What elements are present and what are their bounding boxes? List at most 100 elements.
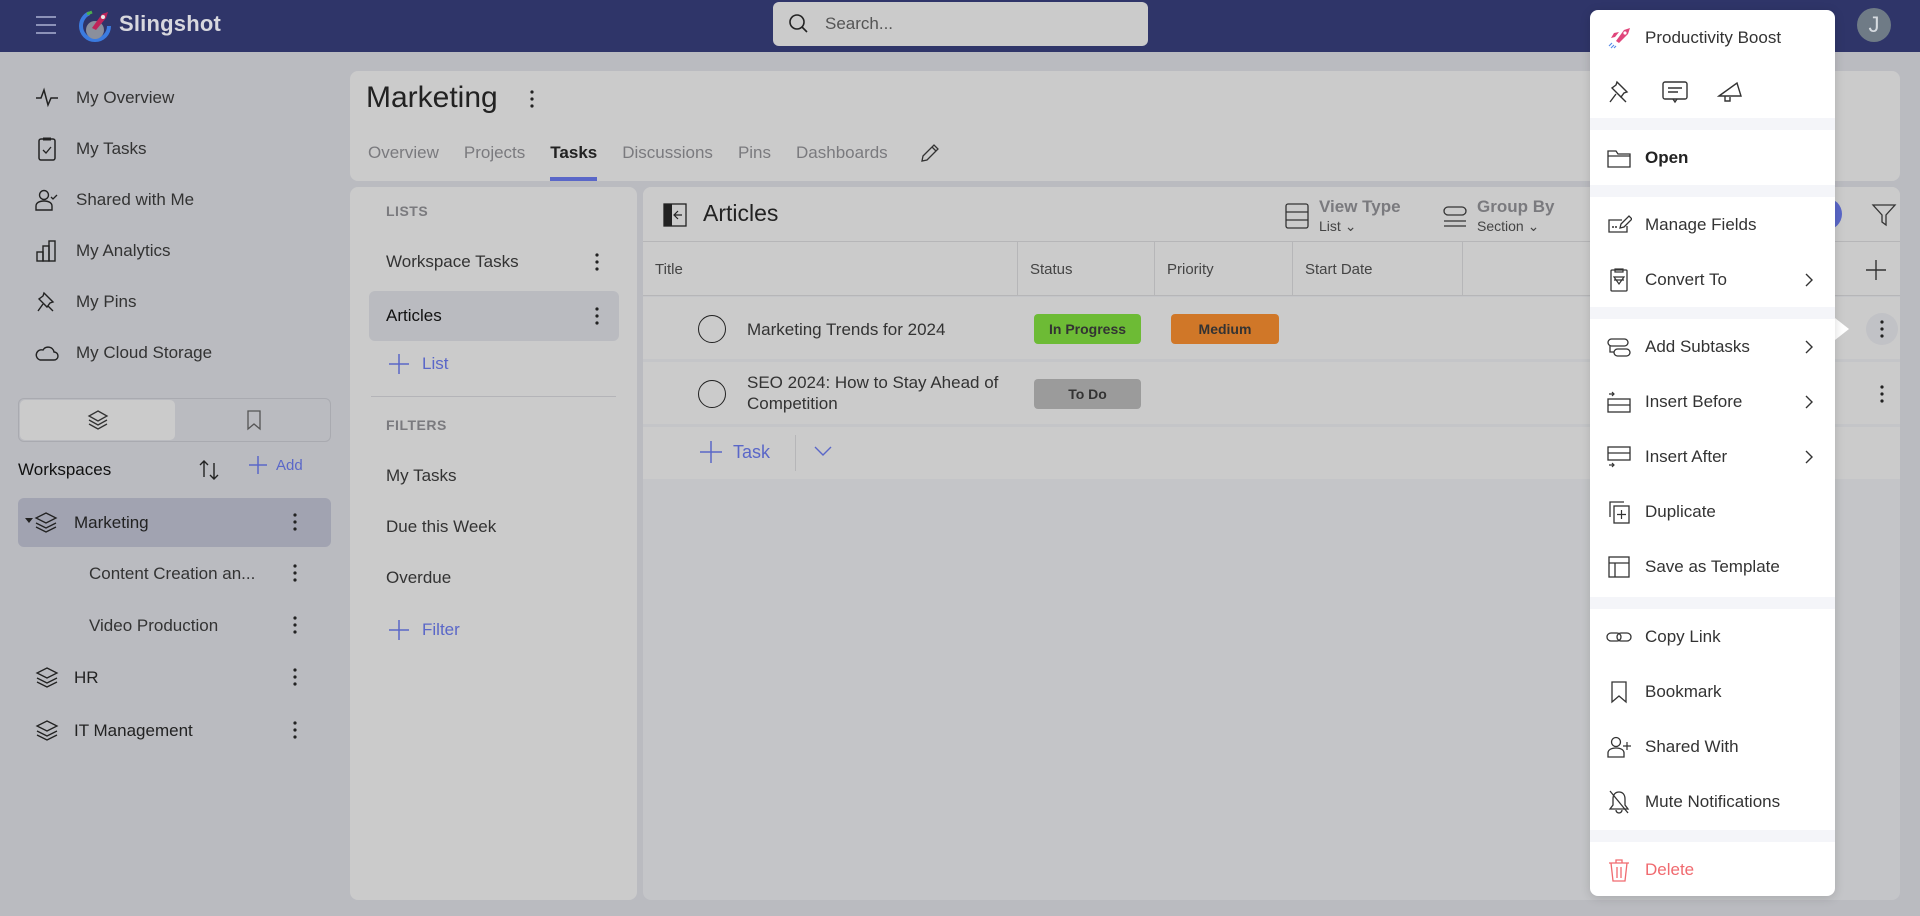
tab-discussions[interactable]: Discussions [622,143,713,181]
search-input[interactable] [825,14,1125,34]
pin-button[interactable] [1606,78,1634,106]
filter-item-overdue[interactable]: Overdue [369,553,619,603]
search-box[interactable] [773,2,1148,46]
add-task-button[interactable]: Task [699,440,770,464]
announce-button[interactable] [1716,78,1744,106]
row-more-options-button[interactable] [1866,313,1898,345]
user-avatar[interactable]: J [1857,8,1891,42]
add-workspace-button[interactable]: Add [248,455,303,475]
workspace-item-it-management[interactable]: IT Management [18,706,331,755]
list-item-workspace-tasks[interactable]: Workspace Tasks [369,237,619,287]
sidebar-item-label: Shared with Me [76,189,195,209]
filter-item-my-tasks[interactable]: My Tasks [369,451,619,501]
activity-icon [36,87,58,107]
tab-overview[interactable]: Overview [368,143,439,181]
folder-icon [1607,149,1631,168]
group-by-value: Section [1477,218,1524,234]
task-context-menu: Productivity Boost Open Manage Fields Co… [1590,10,1835,896]
view-type-label: View Type [1319,197,1401,216]
bookmark-icon [1611,680,1627,703]
column-header-status[interactable]: Status [1018,242,1155,296]
sidebar-item-shared-with-me[interactable]: Shared with Me [18,174,328,225]
add-list-button[interactable]: List [388,353,448,375]
collapse-panel-button[interactable] [663,203,687,227]
menu-item-shared-with[interactable]: Shared With [1590,719,1835,774]
status-badge[interactable]: In Progress [1034,314,1141,344]
group-by-dropdown[interactable]: Group By Section ⌄ [1443,197,1554,235]
add-filter-button[interactable]: Filter [388,619,460,641]
column-header-start-date[interactable]: Start Date [1293,242,1463,296]
menu-item-label: Add Subtasks [1645,336,1750,356]
tab-tasks[interactable]: Tasks [550,143,597,181]
workspace-item-video-production[interactable]: Video Production [18,601,331,650]
menu-item-label: Insert After [1645,446,1728,466]
divider [371,396,616,397]
complete-task-checkbox[interactable] [698,380,726,408]
more-options-icon[interactable] [522,87,542,111]
workspace-label: HR [74,667,99,687]
workspaces-toggle-button[interactable] [20,400,175,440]
filter-label: Due this Week [386,517,497,536]
add-workspace-label: Add [276,456,303,474]
bookmarks-toggle-button[interactable] [176,400,331,440]
menu-item-insert-after[interactable]: Insert After [1590,429,1835,484]
link-icon [1606,631,1632,642]
menu-item-insert-before[interactable]: Insert Before [1590,374,1835,429]
menu-separator [1590,118,1835,130]
more-options-icon[interactable] [285,510,305,534]
list-item-articles[interactable]: Articles [369,291,619,341]
menu-item-copy-link[interactable]: Copy Link [1590,609,1835,664]
more-options-icon[interactable] [285,665,305,689]
sidebar-nav: My Overview My Tasks Shared with Me My A… [18,72,328,378]
more-options-icon[interactable] [587,304,607,328]
more-options-icon[interactable] [285,718,305,742]
menu-item-open[interactable]: Open [1590,130,1835,185]
task-title[interactable]: Marketing Trends for 2024 [747,319,945,340]
edit-tabs-button[interactable] [918,141,942,165]
more-options-icon[interactable] [285,561,305,585]
expand-caret-icon[interactable] [25,518,33,523]
menu-item-add-subtasks[interactable]: Add Subtasks [1590,319,1835,374]
list-view-icon [1285,203,1309,229]
more-options-icon[interactable] [285,613,305,637]
tab-dashboards[interactable]: Dashboards [796,143,888,181]
menu-item-save-as-template[interactable]: Save as Template [1590,539,1835,594]
sidebar-item-my-overview[interactable]: My Overview [18,72,328,123]
menu-item-mute-notifications[interactable]: Mute Notifications [1590,774,1835,829]
chevron-right-icon [1805,395,1813,408]
tab-projects[interactable]: Projects [464,143,525,181]
workspace-item-marketing[interactable]: Marketing [18,498,331,547]
priority-badge[interactable]: Medium [1171,314,1279,344]
workspace-item-hr[interactable]: HR [18,653,331,702]
sidebar-item-my-cloud-storage[interactable]: My Cloud Storage [18,327,328,378]
sidebar-item-my-pins[interactable]: My Pins [18,276,328,327]
user-add-icon [1607,736,1631,758]
menu-item-delete[interactable]: Delete [1590,842,1835,896]
more-options-icon[interactable] [587,250,607,274]
group-by-icon [1443,206,1467,227]
menu-item-bookmark[interactable]: Bookmark [1590,664,1835,719]
comment-button[interactable] [1661,78,1689,106]
status-badge[interactable]: To Do [1034,379,1141,409]
sort-button[interactable] [196,457,222,483]
menu-item-manage-fields[interactable]: Manage Fields [1590,197,1835,252]
menu-icon[interactable] [34,14,58,36]
column-header-priority[interactable]: Priority [1155,242,1293,296]
tab-pins[interactable]: Pins [738,143,771,181]
sidebar-item-my-analytics[interactable]: My Analytics [18,225,328,276]
workspace-item-content-creation[interactable]: Content Creation an... [18,549,331,598]
menu-item-duplicate[interactable]: Duplicate [1590,484,1835,539]
task-title[interactable]: SEO 2024: How to Stay Ahead of Competiti… [747,372,1027,414]
filter-item-due-this-week[interactable]: Due this Week [369,502,619,552]
sidebar-item-my-tasks[interactable]: My Tasks [18,123,328,174]
add-column-button[interactable] [1865,259,1887,281]
column-header-title[interactable]: Title [643,242,1018,296]
sidebar-item-label: My Pins [76,291,137,311]
view-type-dropdown[interactable]: View Type List ⌄ [1285,197,1401,235]
add-task-options-button[interactable] [813,444,833,458]
row-more-options-button[interactable] [1866,378,1898,410]
menu-item-convert-to[interactable]: Convert To [1590,252,1835,307]
menu-item-productivity-boost[interactable]: Productivity Boost [1590,10,1835,65]
filter-button[interactable] [1871,202,1897,228]
complete-task-checkbox[interactable] [698,315,726,343]
